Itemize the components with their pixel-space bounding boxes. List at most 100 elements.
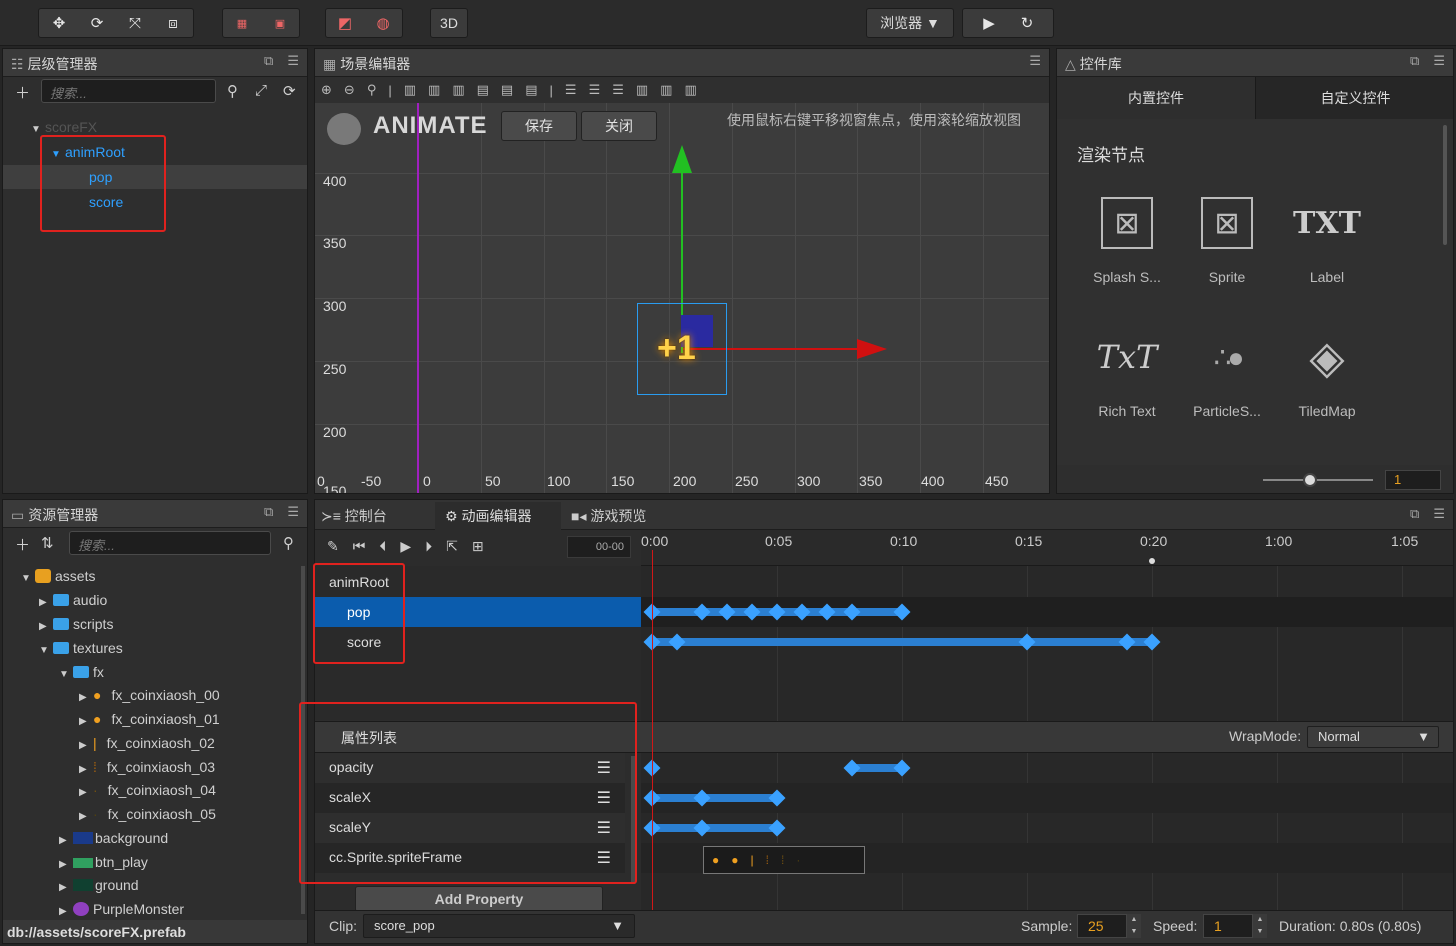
refresh-hierarchy-icon[interactable]: ⟳ bbox=[283, 82, 296, 100]
mode-3d-button[interactable]: 3D bbox=[430, 8, 468, 38]
asset-fx-01[interactable]: ▶ ● fx_coinxiaosh_01 bbox=[79, 707, 220, 731]
sort-icon[interactable]: ⇅ bbox=[41, 534, 54, 552]
search-icon[interactable]: ⚲ bbox=[227, 82, 238, 100]
play-icon[interactable]: ▶ bbox=[400, 538, 411, 555]
prev-frame-icon[interactable]: ⏴ bbox=[379, 538, 386, 555]
clip-select[interactable]: score_pop ▼ bbox=[363, 914, 635, 938]
tab-animation[interactable]: ⚙ 动画编辑器 bbox=[435, 502, 561, 530]
align-bottom-icon[interactable]: ▤ bbox=[525, 82, 537, 98]
library-header: △ 控件库 ⧉ ☰ bbox=[1057, 49, 1453, 77]
popout-icon[interactable]: ⧉ bbox=[1410, 53, 1419, 69]
scale-icon[interactable]: ⤧ bbox=[116, 9, 154, 37]
global-icon[interactable]: ◍ bbox=[364, 9, 402, 37]
align-left-icon[interactable]: ▥ bbox=[404, 82, 416, 98]
popout-icon[interactable]: ⧉ bbox=[1410, 506, 1419, 522]
edit-icon[interactable]: ✎ bbox=[327, 538, 339, 555]
asset-fx-00[interactable]: ▶ ● fx_coinxiaosh_00 bbox=[79, 683, 220, 707]
distribute-middle-icon[interactable]: ☰ bbox=[589, 82, 601, 98]
add-property-button[interactable]: Add Property bbox=[355, 886, 603, 912]
scene-viewport[interactable]: 400 350 300 250 200 150 0 -50 0 50 100 1… bbox=[315, 103, 1049, 493]
align-right-icon[interactable]: ▥ bbox=[452, 82, 464, 98]
menu-icon[interactable]: ☰ bbox=[287, 53, 299, 69]
tab-console[interactable]: ≻≡ 控制台 bbox=[321, 504, 387, 528]
assets-search-input[interactable]: 搜索... bbox=[69, 531, 271, 555]
local-icon[interactable]: ◩ bbox=[326, 9, 364, 37]
spriteframe-thumbnails[interactable]: ● ● | ⁞ ⁞ · bbox=[703, 846, 865, 874]
library-scrollbar[interactable] bbox=[1443, 125, 1447, 245]
save-button[interactable]: 保存 bbox=[501, 111, 577, 141]
zoom-slider-handle[interactable] bbox=[1303, 473, 1317, 487]
timeline-ruler[interactable] bbox=[641, 530, 1453, 566]
pivot-icon[interactable]: ▦ bbox=[223, 9, 261, 37]
asset-fx-02[interactable]: ▶ | fx_coinxiaosh_02 bbox=[79, 731, 215, 755]
next-frame-icon[interactable]: ⏵ bbox=[425, 538, 432, 555]
search-icon[interactable]: ⚲ bbox=[283, 534, 294, 552]
wrapmode-select[interactable]: Normal ▼ bbox=[1307, 726, 1439, 748]
export-icon[interactable]: ⇱ bbox=[446, 538, 458, 555]
speed-input[interactable]: 1 bbox=[1203, 914, 1253, 938]
hierarchy-search-input[interactable]: 搜索... bbox=[41, 79, 216, 103]
asset-background[interactable]: ▶ background bbox=[59, 826, 168, 850]
playhead-line[interactable] bbox=[652, 550, 653, 910]
sample-stepper-icon[interactable]: ▲ ▼ bbox=[1127, 914, 1141, 938]
refresh-icon[interactable]: ↻ bbox=[1008, 9, 1046, 37]
zoom-value-input[interactable]: 1 bbox=[1385, 470, 1441, 490]
asset-audio[interactable]: ▶ audio bbox=[39, 588, 107, 612]
move-icon[interactable]: ✥ bbox=[40, 9, 78, 37]
zoom-out-icon[interactable]: ⊖ bbox=[344, 82, 355, 98]
widget-label[interactable]: TXT Label bbox=[1277, 189, 1377, 286]
play-icon[interactable]: ▶ bbox=[970, 9, 1008, 37]
menu-icon[interactable]: ☰ bbox=[1433, 53, 1445, 69]
zoom-slider-track[interactable] bbox=[1263, 479, 1373, 481]
add-event-icon[interactable]: ⊞ bbox=[472, 538, 484, 555]
add-asset-icon[interactable]: ＋ bbox=[15, 534, 30, 555]
asset-assets[interactable]: ▼ assets bbox=[21, 564, 95, 588]
rect-icon[interactable]: ⧈ bbox=[154, 9, 192, 37]
zoom-in-icon[interactable]: ⊕ bbox=[321, 82, 332, 98]
asset-btn-play[interactable]: ▶ btn_play bbox=[59, 850, 148, 874]
red-x-arrow-head[interactable] bbox=[857, 339, 887, 359]
distribute-bottom-icon[interactable]: ☰ bbox=[612, 82, 624, 98]
asset-fx-05[interactable]: ▶ · fx_coinxiaosh_05 bbox=[79, 802, 216, 826]
distribute-top-icon[interactable]: ☰ bbox=[565, 82, 577, 98]
speed-stepper-icon[interactable]: ▲ ▼ bbox=[1253, 914, 1267, 938]
asset-fx-04[interactable]: ▶ · fx_coinxiaosh_04 bbox=[79, 778, 216, 802]
popout-icon[interactable]: ⧉ bbox=[264, 53, 273, 69]
asset-ground[interactable]: ▶ ground bbox=[59, 873, 139, 897]
asset-fx-03[interactable]: ▶ ⁞ fx_coinxiaosh_03 bbox=[79, 755, 215, 779]
widget-splash-sprite[interactable]: ⊠ Splash S... bbox=[1077, 189, 1177, 285]
distribute-left-icon[interactable]: ▥ bbox=[636, 82, 648, 98]
browser-dropdown[interactable]: 浏览器 ▼ bbox=[866, 8, 954, 38]
asset-scripts[interactable]: ▶ scripts bbox=[39, 612, 113, 636]
asset-fx[interactable]: ▼ fx bbox=[59, 660, 104, 684]
align-top-icon[interactable]: ▤ bbox=[477, 82, 489, 98]
distribute-right-icon[interactable]: ▥ bbox=[684, 82, 696, 98]
widget-particle-system[interactable]: ∴● ParticleS... bbox=[1177, 323, 1277, 420]
menu-icon[interactable]: ☰ bbox=[1029, 53, 1041, 69]
tab-preview[interactable]: ■◂ 游戏预览 bbox=[571, 504, 646, 528]
expand-icon[interactable]: ⤢ bbox=[255, 82, 267, 99]
align-middle-icon[interactable]: ▤ bbox=[501, 82, 513, 98]
asset-textures[interactable]: ▼ textures bbox=[39, 636, 123, 660]
rotate-icon[interactable]: ⟳ bbox=[78, 9, 116, 37]
end-marker[interactable] bbox=[1149, 558, 1155, 564]
menu-icon[interactable]: ☰ bbox=[1433, 506, 1445, 522]
tab-builtin[interactable]: 内置控件 bbox=[1057, 77, 1255, 119]
widget-rich-text[interactable]: TxT Rich Text bbox=[1077, 323, 1177, 419]
widget-tiledmap[interactable]: ◈ TiledMap bbox=[1277, 323, 1377, 419]
align-center-icon[interactable]: ▥ bbox=[428, 82, 440, 98]
distribute-center-icon[interactable]: ▥ bbox=[660, 82, 672, 98]
time-display[interactable]: 00-00 bbox=[567, 536, 631, 558]
green-y-arrow-head[interactable] bbox=[672, 145, 692, 173]
center-icon[interactable]: ▣ bbox=[261, 9, 299, 37]
tab-custom[interactable]: 自定义控件 bbox=[1255, 77, 1453, 119]
close-button[interactable]: 关闭 bbox=[581, 111, 657, 141]
menu-icon[interactable]: ☰ bbox=[287, 504, 299, 520]
widget-sprite[interactable]: ⊠ Sprite bbox=[1177, 189, 1277, 285]
zoom-reset-icon[interactable]: ⚲ bbox=[367, 82, 377, 98]
asset-purplemonster[interactable]: ▶ PurpleMonster bbox=[59, 897, 184, 921]
add-node-icon[interactable]: ＋ bbox=[15, 82, 30, 103]
popout-icon[interactable]: ⧉ bbox=[264, 504, 273, 520]
jump-start-icon[interactable]: ⏮ bbox=[353, 538, 366, 555]
sample-input[interactable]: 25 bbox=[1077, 914, 1127, 938]
